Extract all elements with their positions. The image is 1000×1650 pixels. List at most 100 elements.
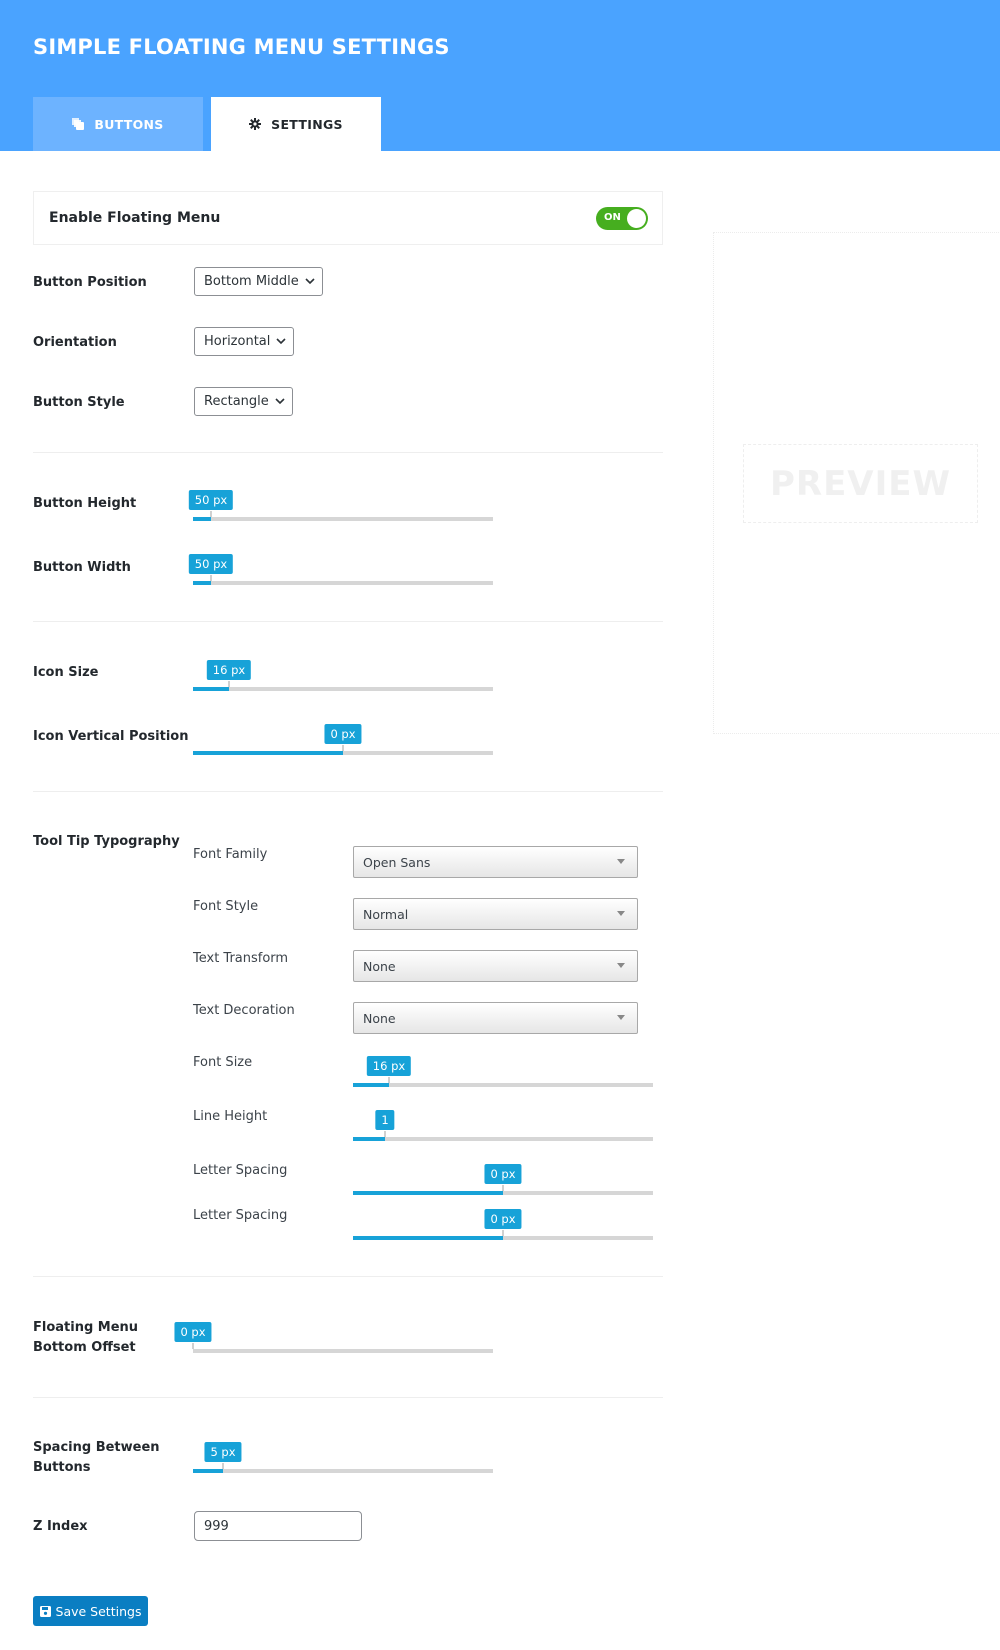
slider-fill xyxy=(193,751,343,755)
slider-track[interactable] xyxy=(353,1137,653,1141)
slider-fill xyxy=(193,517,211,521)
icon-vertical-position-label: Icon Vertical Position xyxy=(33,729,189,744)
caret-down-icon xyxy=(617,911,625,916)
toggle-knob xyxy=(627,209,646,228)
font-size-label: Font Size xyxy=(193,1055,253,1070)
slider-track[interactable] xyxy=(353,1083,653,1087)
slider-value-badge: 0 px xyxy=(484,1209,522,1229)
slider-handle[interactable] xyxy=(502,1230,504,1236)
text-transform-select[interactable]: None xyxy=(353,950,638,982)
slider-handle[interactable] xyxy=(210,511,212,517)
section-divider xyxy=(33,452,663,453)
button-height-slider[interactable]: 50 px xyxy=(188,490,493,521)
bottom-offset-label-line2: Bottom Offset xyxy=(33,1340,136,1355)
z-index-label: Z Index xyxy=(33,1519,88,1534)
slider-fill xyxy=(353,1191,503,1195)
slider-value-badge: 5 px xyxy=(204,1442,242,1462)
font-family-select[interactable]: Open Sans xyxy=(353,846,638,878)
tooltip-typography-label: Tool Tip Typography xyxy=(33,834,180,849)
slider-track[interactable] xyxy=(193,1469,493,1473)
save-settings-button[interactable]: Save Settings xyxy=(33,1596,148,1626)
section-divider xyxy=(33,621,663,622)
slider-value-badge: 16 px xyxy=(206,660,252,680)
letter-spacing-slider-2[interactable]: 0 px xyxy=(353,1209,653,1240)
font-style-select[interactable]: Normal xyxy=(353,898,638,930)
text-decoration-value: None xyxy=(363,1010,396,1026)
bottom-offset-slider[interactable]: 0 px xyxy=(174,1322,493,1353)
spacing-between-buttons-slider[interactable]: 5 px xyxy=(193,1442,493,1473)
chevron-down-icon xyxy=(275,398,285,405)
slider-handle[interactable] xyxy=(502,1185,504,1191)
slider-track[interactable] xyxy=(193,581,493,585)
font-family-label: Font Family xyxy=(193,847,268,862)
text-transform-value: None xyxy=(363,958,396,974)
letter-spacing-label-2: Letter Spacing xyxy=(193,1208,288,1223)
letter-spacing-slider[interactable]: 0 px xyxy=(353,1164,653,1195)
section-divider xyxy=(33,791,663,792)
font-style-value: Normal xyxy=(363,906,409,922)
caret-down-icon xyxy=(617,859,625,864)
page-title: SIMPLE FLOATING MENU SETTINGS xyxy=(33,35,450,59)
slider-fill xyxy=(193,687,229,691)
tab-settings[interactable]: SETTINGS xyxy=(211,97,381,151)
icon-size-label: Icon Size xyxy=(33,665,99,680)
slider-handle[interactable] xyxy=(210,575,212,581)
icon-vertical-position-slider[interactable]: 0 px xyxy=(193,724,493,755)
slider-value-badge: 16 px xyxy=(366,1056,412,1076)
slider-handle[interactable] xyxy=(384,1131,386,1137)
button-style-select[interactable]: Rectangle xyxy=(194,387,293,416)
z-index-input[interactable] xyxy=(194,1511,362,1541)
slider-fill xyxy=(193,581,211,585)
button-width-slider[interactable]: 50 px xyxy=(188,554,493,585)
slider-handle[interactable] xyxy=(192,1343,194,1349)
text-decoration-label: Text Decoration xyxy=(193,1003,295,1018)
gear-icon xyxy=(249,118,262,130)
button-style-value: Rectangle xyxy=(204,394,269,409)
letter-spacing-label: Letter Spacing xyxy=(193,1163,288,1178)
save-settings-label: Save Settings xyxy=(55,1603,142,1619)
tab-buttons[interactable]: BUTTONS xyxy=(33,97,203,151)
line-height-label: Line Height xyxy=(193,1109,268,1124)
enable-floating-menu-toggle[interactable]: ON xyxy=(596,207,648,230)
spacing-between-buttons-label-line1: Spacing Between xyxy=(33,1440,160,1455)
tab-settings-label: SETTINGS xyxy=(271,116,343,132)
slider-value-badge: 50 px xyxy=(188,490,234,510)
slider-value-badge: 0 px xyxy=(174,1322,212,1342)
slider-fill xyxy=(353,1137,385,1141)
slider-handle[interactable] xyxy=(228,681,230,687)
enable-floating-menu-label: Enable Floating Menu xyxy=(49,210,221,226)
orientation-select[interactable]: Horizontal xyxy=(194,327,295,356)
font-style-label: Font Style xyxy=(193,899,259,914)
page-header: SIMPLE FLOATING MENU SETTINGS BUTTONS SE… xyxy=(0,0,1000,151)
button-width-label: Button Width xyxy=(33,560,131,575)
slider-handle[interactable] xyxy=(388,1077,390,1083)
slider-value-badge: 50 px xyxy=(188,554,234,574)
button-position-select[interactable]: Bottom Middle xyxy=(194,267,323,296)
button-style-label: Button Style xyxy=(33,395,125,410)
slider-track[interactable] xyxy=(193,687,493,691)
slider-track[interactable] xyxy=(193,1349,493,1353)
text-transform-label: Text Transform xyxy=(193,951,289,966)
button-position-label: Button Position xyxy=(33,275,147,290)
toggle-state-text: ON xyxy=(604,212,621,223)
orientation-value: Horizontal xyxy=(204,334,271,349)
icon-size-slider[interactable]: 16 px xyxy=(193,660,493,691)
chevron-down-icon xyxy=(305,278,315,285)
bottom-offset-label-line1: Floating Menu xyxy=(33,1320,139,1335)
copy-icon xyxy=(72,118,85,130)
font-size-slider[interactable]: 16 px xyxy=(353,1056,653,1087)
slider-value-badge: 0 px xyxy=(324,724,362,744)
slider-value-badge: 0 px xyxy=(484,1164,522,1184)
button-height-label: Button Height xyxy=(33,496,137,511)
slider-handle[interactable] xyxy=(222,1463,224,1469)
line-height-slider[interactable]: 1 xyxy=(353,1110,653,1141)
enable-floating-menu-panel: Enable Floating Menu ON xyxy=(33,191,663,245)
slider-fill xyxy=(353,1236,503,1240)
slider-track[interactable] xyxy=(193,517,493,521)
text-decoration-select[interactable]: None xyxy=(353,1002,638,1034)
preview-panel: PREVIEW xyxy=(713,232,1000,734)
slider-handle[interactable] xyxy=(342,745,344,751)
tab-buttons-label: BUTTONS xyxy=(94,116,164,132)
slider-value-badge: 1 xyxy=(375,1110,395,1130)
chevron-down-icon xyxy=(276,338,286,345)
